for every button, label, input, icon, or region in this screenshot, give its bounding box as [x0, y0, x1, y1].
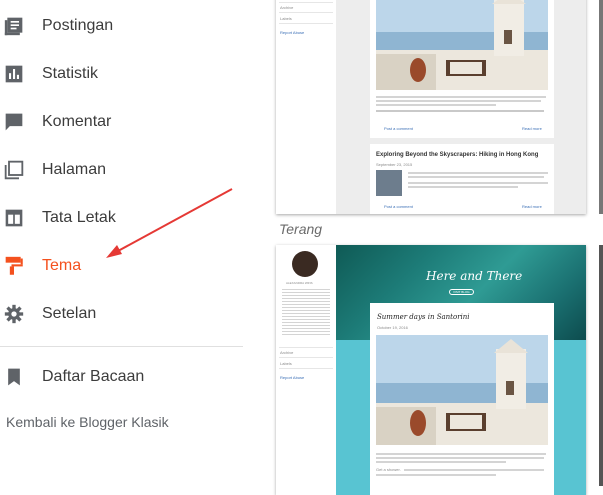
preview-post-date: September 23, 2015: [376, 162, 413, 167]
preview-post-title: Exploring Beyond the Skyscrapers: Hiking…: [376, 152, 539, 158]
preview-snippet: Get a shower.: [376, 467, 401, 472]
preview-post-comment: Post a comment: [384, 204, 413, 209]
theme-name-label: Terang: [279, 221, 323, 237]
santorini-photo: [376, 0, 548, 90]
preview-visit-button: VISIT BLOG: [449, 289, 474, 295]
preview-post-date: October 19, 2016: [377, 325, 408, 330]
preview-post: Post a comment Read more: [370, 0, 554, 138]
preview-link: Archive: [280, 5, 294, 10]
preview-blog-title: Here and There: [426, 269, 523, 283]
preview-link: Labels: [280, 361, 292, 366]
preview-post-comment: Post a comment: [384, 126, 413, 131]
next-card-edge: [599, 245, 603, 486]
preview-link: Report Abuse: [280, 375, 305, 380]
preview-post-title: Summer days in Santorini: [377, 313, 470, 321]
preview-sidebar: Archive Labels Report Abuse: [276, 0, 336, 214]
theme-list: Archive Labels Report Abuse Post a comme…: [276, 0, 603, 495]
preview-post: Exploring Beyond the Skyscrapers: Hiking…: [370, 144, 554, 214]
theme-preview-card[interactable]: Archive Labels Report Abuse Post a comme…: [276, 0, 586, 214]
preview-author: ALEXANDRA WINS: [286, 281, 313, 285]
preview-link: Labels: [280, 16, 292, 21]
santorini-photo: [376, 335, 548, 445]
preview-link: Archive: [280, 350, 294, 355]
preview-sidebar: ALEXANDRA WINS Archive Labels Report Abu…: [276, 245, 336, 495]
preview-read-more: Read more: [522, 126, 542, 131]
preview-thumbnail: [376, 170, 402, 196]
preview-post: Summer days in Santorini October 19, 201…: [370, 303, 554, 495]
preview-link: Report Abuse: [280, 30, 305, 35]
author-avatar: [292, 251, 318, 277]
preview-read-more: Read more: [522, 204, 542, 209]
theme-preview-card[interactable]: ALEXANDRA WINS Archive Labels Report Abu…: [276, 245, 586, 495]
next-card-edge: [599, 0, 603, 214]
